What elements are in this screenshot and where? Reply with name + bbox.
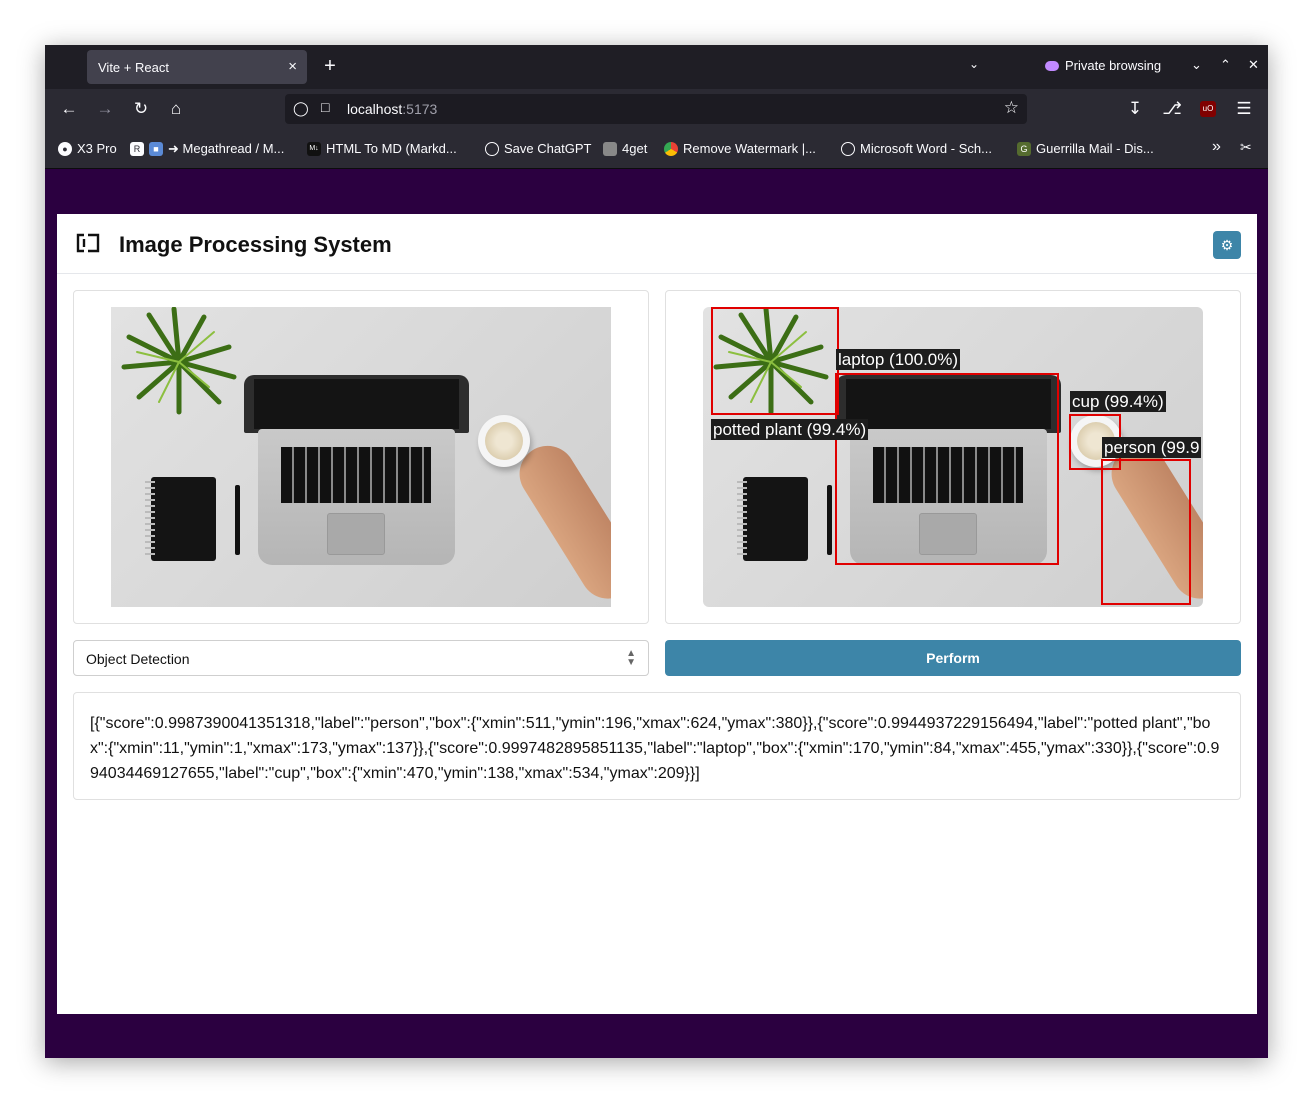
active-tab[interactable]: Vite + React ×	[87, 50, 307, 84]
bookmark-html-to-md[interactable]: M↓ HTML To MD (Markd...	[307, 141, 457, 156]
bookmark-4get[interactable]: 4get	[603, 141, 647, 156]
select-arrows-icon: ▲ ▼	[626, 648, 636, 668]
forward-arrow-icon[interactable]: →	[94, 98, 116, 120]
list-tabs-chevron-icon[interactable]: ⌄	[969, 57, 979, 71]
bookmark-guerrilla-mail[interactable]: G Guerrilla Mail - Dis...	[1017, 141, 1154, 156]
close-window-icon[interactable]: ✕	[1248, 57, 1259, 73]
notebook-spiral-graphic	[737, 481, 747, 557]
browser-window: Vite + React × + ⌄ Private browsing ⌄ ⌃ …	[45, 45, 1268, 1058]
private-browsing-label: Private browsing	[1065, 58, 1162, 73]
navigation-bar: ← → ↻ ⌂ ◯ □ localhost:5173 ☆ ↧ ⎇ uO ☰	[45, 89, 1268, 129]
coffee-graphic	[485, 422, 523, 460]
pen-graphic	[235, 485, 240, 555]
bookmark-microsoft-word[interactable]: Microsoft Word - Sch...	[841, 141, 992, 156]
guerrilla-icon: G	[1017, 141, 1031, 156]
page-title: Image Processing System	[119, 232, 392, 257]
address-bar[interactable]: ◯ □ localhost:5173 ☆	[285, 94, 1027, 124]
tracking-shield-icon[interactable]: ◯	[293, 100, 309, 117]
bbox-person	[1101, 459, 1191, 605]
original-image-panel	[73, 290, 649, 624]
app-icon: ■	[149, 142, 163, 156]
tab-strip: Vite + React × + ⌄ Private browsing ⌄ ⌃ …	[45, 45, 1268, 89]
result-image-panel: laptop (100.0%) potted plant (99.4%) cup…	[665, 290, 1241, 624]
result-image: laptop (100.0%) potted plant (99.4%) cup…	[703, 307, 1203, 607]
bbox-laptop	[835, 373, 1059, 565]
minimize-chevron-icon[interactable]: ⌄	[1191, 57, 1202, 73]
home-icon[interactable]: ⌂	[165, 98, 187, 120]
menu-hamburger-icon[interactable]: ☰	[1233, 98, 1255, 120]
task-select[interactable]: Object Detection ▲ ▼	[73, 640, 649, 676]
pen-graphic	[827, 485, 832, 555]
extensions-icon[interactable]: ⎇	[1161, 98, 1183, 120]
app-card: Image Processing System ⚙ laptop (100.0%…	[57, 214, 1257, 1014]
gear-icon: ⚙	[1220, 237, 1234, 253]
keyboard-graphic	[281, 447, 431, 503]
original-image	[111, 307, 611, 607]
arm-graphic	[509, 435, 611, 607]
new-tab-button[interactable]: +	[320, 54, 340, 78]
notebook-graphic	[151, 477, 216, 561]
chrome-icon	[664, 141, 678, 156]
task-select-value: Object Detection	[86, 651, 190, 667]
trackpad-graphic	[327, 513, 385, 555]
perform-button[interactable]: Perform	[665, 640, 1241, 676]
bookmarks-toolbar: ● X3 Pro R ■ ➜ Megathread / M... M↓ HTML To …	[45, 129, 1268, 169]
md-icon: M↓	[307, 141, 321, 156]
private-mask-icon	[1045, 60, 1059, 71]
reload-icon[interactable]: ↻	[130, 98, 152, 120]
close-tab-icon[interactable]: ×	[288, 58, 297, 75]
screenshot-icon[interactable]: ✂	[1240, 139, 1252, 156]
ublock-shield-icon[interactable]: uO	[1200, 101, 1216, 117]
bookmark-remove-watermark[interactable]: Remove Watermark |...	[664, 141, 816, 156]
potted-plant-graphic	[121, 307, 237, 415]
globe-icon	[841, 141, 855, 156]
label-laptop: laptop (100.0%)	[836, 349, 961, 370]
bookmark-save-chatgpt[interactable]: Save ChatGPT	[485, 141, 591, 156]
bbox-potted-plant	[711, 307, 839, 415]
app-header: Image Processing System ⚙	[57, 214, 1257, 274]
more-bookmarks-chevron-icon[interactable]: »	[1212, 138, 1221, 156]
tab-title: Vite + React	[98, 60, 169, 75]
reddit-icon: R	[130, 142, 144, 156]
maximize-chevron-icon[interactable]: ⌃	[1220, 57, 1231, 73]
result-json-text: [{"score":0.9987390041351318,"label":"pe…	[90, 715, 1220, 782]
x3-icon: ●	[58, 141, 72, 156]
bookmark-star-icon[interactable]: ☆	[1004, 98, 1019, 118]
page-info-icon[interactable]: □	[321, 99, 329, 115]
back-arrow-icon[interactable]: ←	[58, 98, 80, 120]
result-output-box: [{"score":0.9987390041351318,"label":"pe…	[73, 692, 1241, 800]
downloads-icon[interactable]: ↧	[1124, 98, 1146, 120]
laptop-screen-graphic	[254, 379, 459, 429]
label-cup: cup (99.4%)	[1070, 391, 1166, 412]
private-browsing-indicator: Private browsing	[1045, 58, 1161, 73]
4get-icon	[603, 141, 617, 156]
notebook-graphic	[743, 477, 808, 561]
url-text[interactable]: localhost:5173	[347, 101, 437, 117]
label-potted-plant: potted plant (99.4%)	[711, 419, 869, 440]
notebook-spiral-graphic	[145, 481, 155, 557]
bookmark-x3-pro[interactable]: ● X3 Pro	[58, 141, 117, 156]
bookmark-megathread[interactable]: R ■ ➜ Megathread / M...	[130, 141, 284, 157]
globe-icon	[485, 141, 499, 156]
settings-gear-button[interactable]: ⚙	[1213, 231, 1241, 259]
logo-icon	[76, 233, 100, 253]
label-person: person (99.9	[1102, 437, 1202, 458]
